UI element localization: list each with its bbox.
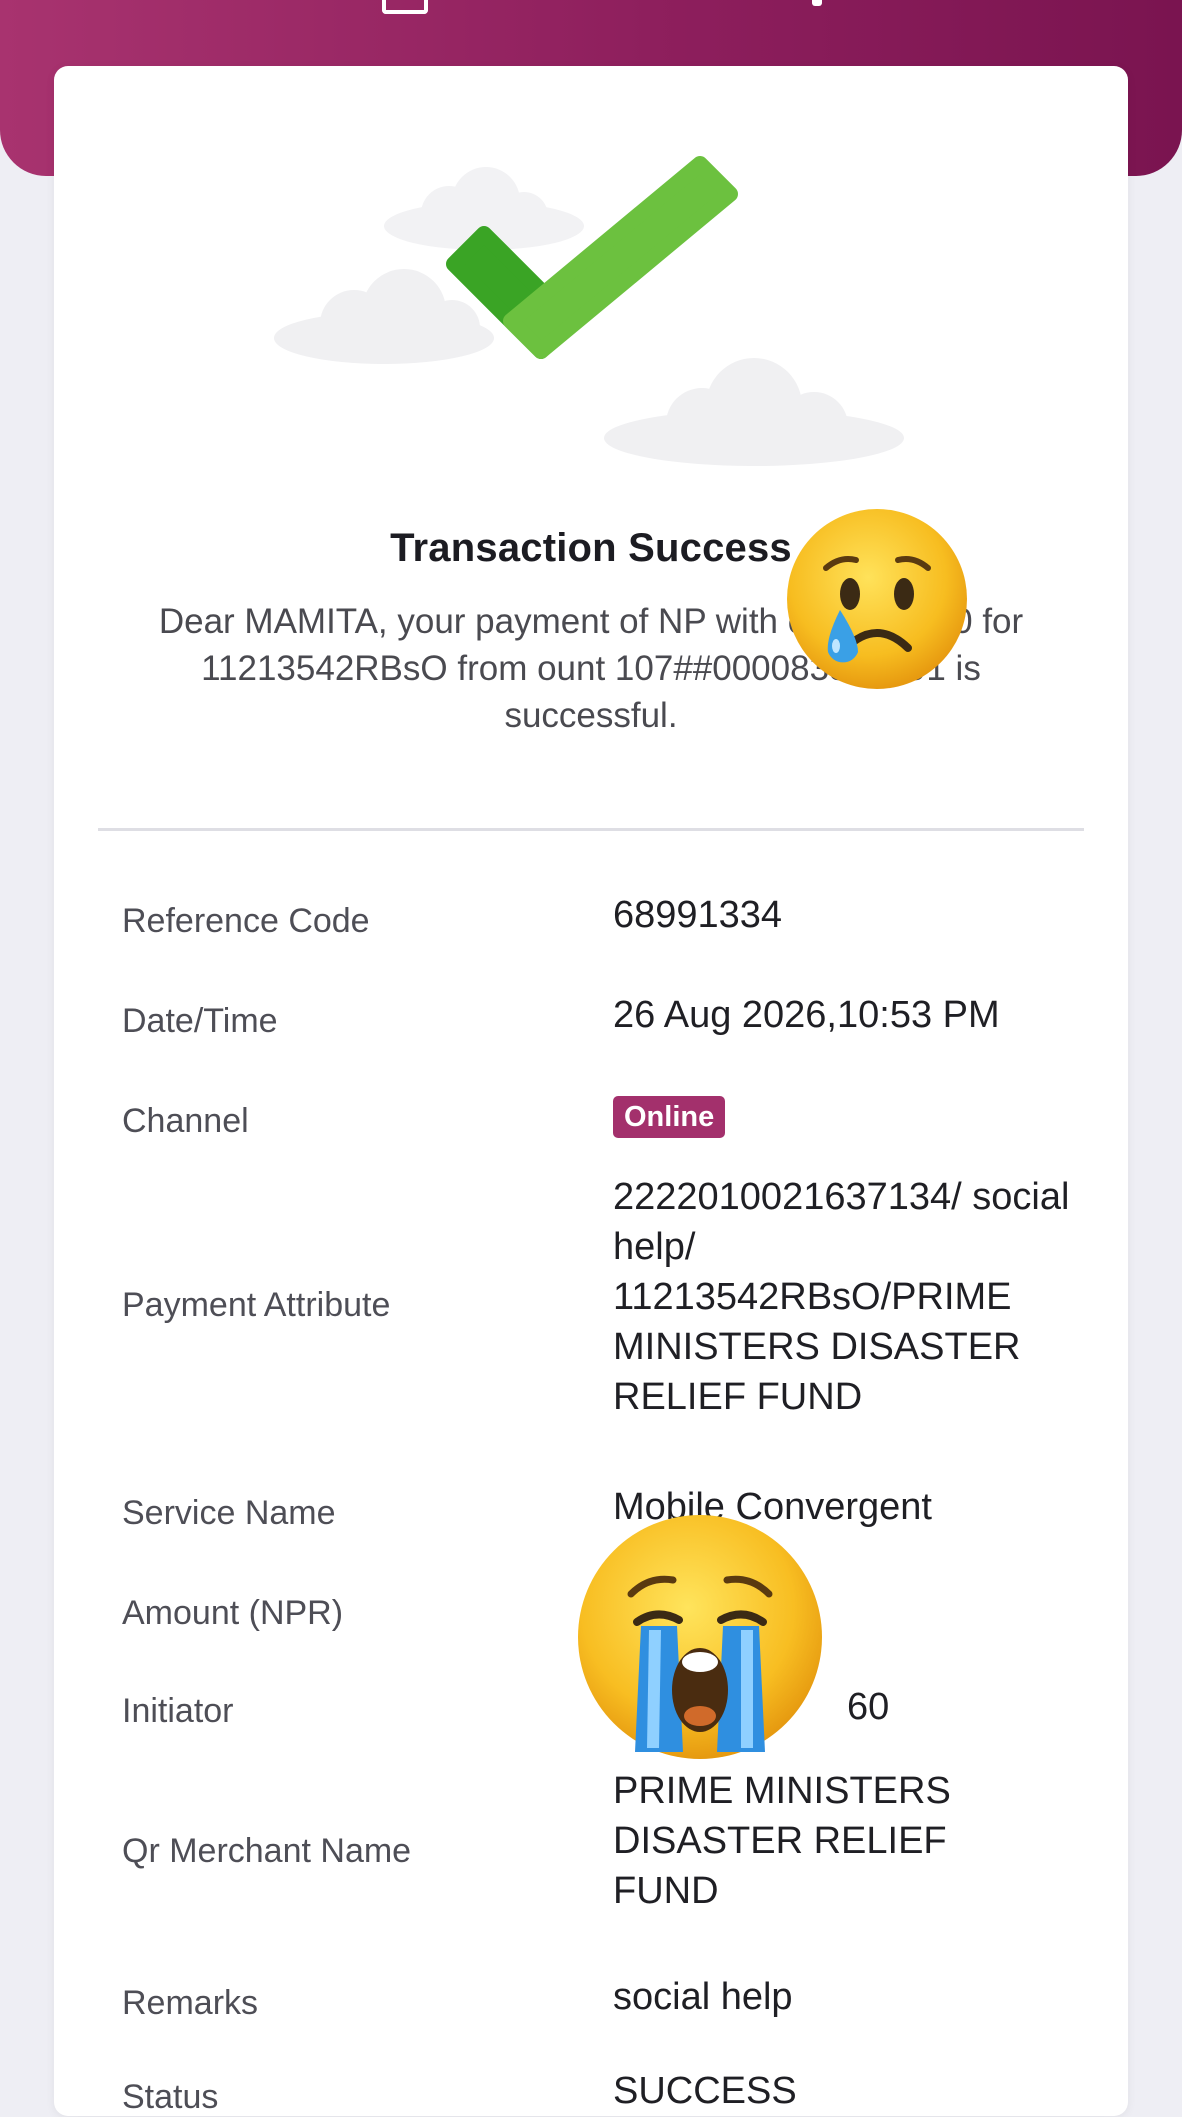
qr-merchant-name-value: PRIME MINISTERS DISASTER RELIEF FUND xyxy=(613,1770,951,1912)
reference-code-value: 68991334 xyxy=(613,894,783,936)
crying-face-emoji xyxy=(787,509,967,689)
cloud-icon xyxy=(274,269,494,364)
reference-code-label: Reference Code xyxy=(122,902,370,940)
amount-label: Amount (NPR) xyxy=(122,1594,344,1632)
status-value: SUCCESS xyxy=(613,2070,797,2112)
transaction-receipt-card: Transaction Success Dear MAMITA, your pa… xyxy=(54,66,1128,2116)
receipt-icon xyxy=(382,0,428,14)
initiator-label: Initiator xyxy=(122,1692,234,1730)
channel-badge: Online xyxy=(613,1096,726,1138)
divider xyxy=(98,828,1084,831)
date-time-value: 26 Aug 2026,10:53 PM xyxy=(613,994,1000,1036)
channel-label: Channel xyxy=(122,1102,249,1140)
remarks-value: social help xyxy=(613,1976,793,2018)
success-illustration xyxy=(274,156,904,466)
initiator-value: 60 xyxy=(847,1686,890,1728)
payment-attribute-label: Payment Attribute xyxy=(122,1286,391,1324)
cloud-icon xyxy=(604,358,904,466)
status-label: Status xyxy=(122,2078,219,2116)
loudly-crying-face-emoji xyxy=(578,1515,822,1759)
date-time-label: Date/Time xyxy=(122,1002,278,1040)
payment-attribute-value: 2222010021637134/ social help/ 11213542R… xyxy=(613,1176,1070,1418)
service-name-label: Service Name xyxy=(122,1494,336,1532)
qr-merchant-name-label: Qr Merchant Name xyxy=(122,1832,412,1870)
remarks-label: Remarks xyxy=(122,1984,259,2022)
header-title-fragment xyxy=(812,0,822,6)
